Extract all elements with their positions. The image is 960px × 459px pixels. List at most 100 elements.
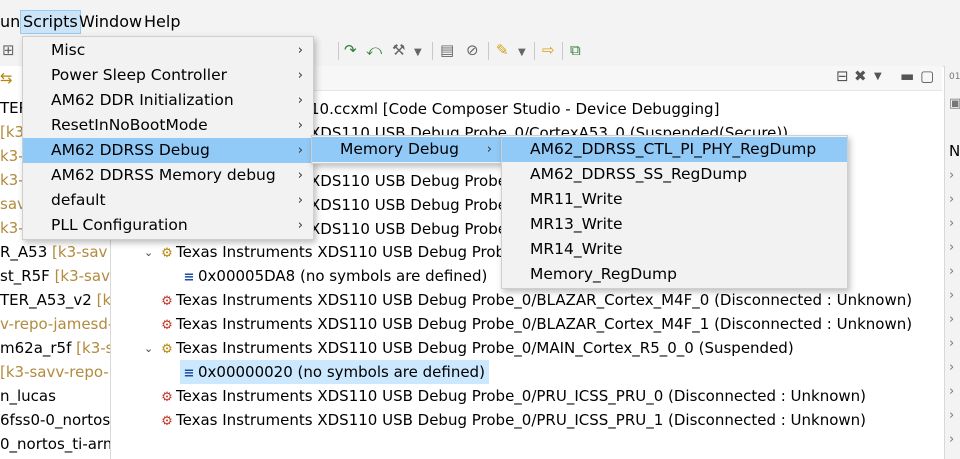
project-name: R_A53 [0, 243, 48, 261]
chevron-right-icon[interactable]: › [949, 264, 954, 279]
chevron-down-icon[interactable]: ⌄ [144, 342, 153, 355]
tree-row-probe-suspended[interactable]: ⚙ Texas Instruments XDS110 USB Debug Prob… [158, 240, 514, 264]
tree-row-pru-0[interactable]: ⚙ Texas Instruments XDS110 USB Debug Prob… [158, 384, 866, 408]
tree-row-label: Texas Instruments XDS110 USB Debug Probe [176, 243, 515, 261]
step-over-icon[interactable]: ↷ [344, 41, 357, 59]
memory-debug-submenu: AM62_DDRSS_CTL_PI_PHY_RegDump AM62_DDRSS… [501, 135, 848, 289]
chevron-right-icon[interactable]: › [949, 240, 954, 255]
menu-item-label: AM62 DDRSS Debug [51, 141, 210, 159]
list-item[interactable]: v-repo-jamesd- [0, 312, 110, 336]
menu-item-mr13-write[interactable]: MR13_Write [502, 212, 847, 237]
toolbar-separator [562, 42, 563, 60]
chevron-down-icon[interactable]: ⌄ [144, 246, 153, 259]
new-target-config-icon[interactable]: ⧉ [570, 41, 581, 59]
menu-scripts[interactable]: Scripts [20, 10, 81, 34]
chevron-right-icon[interactable]: › [949, 432, 954, 447]
chevron-right-icon[interactable]: › [949, 384, 954, 399]
list-item[interactable]: n_lucas [0, 384, 56, 408]
project-explorer-toolbar-icon[interactable]: ⇆ [0, 66, 13, 90]
disconnected-core-icon: ⚙ [161, 294, 173, 309]
toolbar-icon-partial[interactable]: ⊞ [2, 41, 15, 59]
menu-item-memory-debug[interactable]: Memory Debug › [312, 137, 502, 162]
menu-item-am62-ddrss-memory-debug[interactable]: AM62 DDRSS Memory debug › [23, 163, 313, 188]
menu-run[interactable]: un [0, 11, 22, 33]
menu-item-am62-ddr-initialization[interactable]: AM62 DDR Initialization › [23, 88, 313, 113]
chevron-right-icon[interactable]: › [949, 288, 954, 303]
chevron-right-icon: › [297, 218, 303, 233]
menu-item-ctl-pi-phy-regdump[interactable]: AM62_DDRSS_CTL_PI_PHY_RegDump [502, 137, 847, 162]
chevron-right-icon: › [486, 142, 492, 157]
project-repo: [k3-sa [76, 339, 110, 357]
minimize-icon[interactable]: ▬ [900, 67, 914, 85]
stack-frame-icon: ≡ [183, 270, 195, 285]
chevron-right-icon[interactable]: › [949, 168, 954, 183]
tree-row-label: Texas Instruments XDS110 USB Debug Probe… [176, 315, 913, 333]
menu-item-label: Misc [51, 41, 86, 59]
chevron-right-icon[interactable]: › [949, 312, 954, 327]
chevron-right-icon[interactable]: › [949, 336, 954, 351]
view-menu-icon[interactable]: ▼ [874, 71, 882, 82]
tree-row-r5-0-0[interactable]: ⚙ Texas Instruments XDS110 USB Debug Prob… [158, 336, 794, 360]
tree-row-stack-frame-selected[interactable]: ≡ 0x00000020 (no symbols are defined) [180, 360, 489, 384]
list-item[interactable]: m62a_r5f [k3-sa [0, 336, 110, 360]
maximize-icon[interactable]: ▢ [920, 67, 934, 85]
menu-item-ss-regdump[interactable]: AM62_DDRSS_SS_RegDump [502, 162, 847, 187]
collapse-all-icon[interactable]: ⊟ [836, 67, 849, 85]
no-symbols-icon[interactable]: ⊘ [466, 41, 479, 59]
export-icon[interactable]: ⇨ [542, 41, 555, 59]
collapse-icon[interactable]: ▣ [949, 96, 960, 111]
tree-row-probe[interactable]: XDS110 USB Debug Probe [310, 193, 507, 217]
hammer-icon[interactable]: ⚒ [392, 41, 405, 59]
disconnected-core-icon: ⚙ [161, 318, 173, 333]
chevron-right-icon[interactable]: › [949, 360, 954, 375]
step-return-icon[interactable]: ⤺ [366, 41, 382, 59]
dropdown-arrow-icon[interactable]: ▼ [518, 44, 526, 62]
memory-browser-icon[interactable]: ▤ [440, 41, 454, 59]
tree-row-m4f-0[interactable]: ⚙ Texas Instruments XDS110 USB Debug Prob… [158, 288, 912, 312]
list-item[interactable]: 0_nortos_ti-arm [0, 432, 110, 456]
menu-item-reset-in-no-boot-mode[interactable]: ResetInNoBootMode › [23, 113, 313, 138]
tree-row-m4f-1[interactable]: ⚙ Texas Instruments XDS110 USB Debug Prob… [158, 312, 912, 336]
list-item[interactable]: R_A53 [k3-sav [0, 240, 107, 264]
project-repo: [k3- [96, 291, 111, 309]
menu-help[interactable]: Help [142, 11, 182, 33]
menu-item-label: AM62 DDR Initialization [51, 91, 234, 109]
menu-item-label: ResetInNoBootMode [51, 116, 208, 134]
chevron-right-icon[interactable]: › [949, 192, 954, 207]
tree-row-ccxml[interactable]: 10.ccxml [Code Composer Studio - Device … [310, 97, 719, 121]
disconnected-core-icon: ⚙ [161, 414, 173, 429]
stack-frame-icon: ≡ [183, 366, 195, 381]
chevron-right-icon[interactable]: › [949, 216, 954, 231]
toolbar-separator [534, 42, 535, 60]
menu-item-pll-configuration[interactable]: PLL Configuration › [23, 213, 313, 238]
tree-row-probe[interactable]: XDS110 USB Debug Probe [310, 217, 507, 241]
tree-row-probe[interactable]: XDS110 USB Debug Probe [310, 169, 507, 193]
menu-item-label: MR14_Write [530, 240, 623, 258]
dropdown-arrow-icon[interactable]: ▼ [414, 44, 422, 62]
list-item[interactable]: st_R5F [k3-savv- [0, 264, 110, 288]
menu-item-label: AM62_DDRSS_SS_RegDump [530, 165, 748, 183]
cpu-core-icon: ⚙ [161, 246, 173, 261]
registers-view-icon[interactable]: 010 [949, 72, 960, 82]
tree-row-stack-frame[interactable]: ≡ 0x00005DA8 (no symbols are defined) [180, 264, 488, 288]
chevron-right-icon: › [297, 68, 303, 83]
menu-item-label: Memory_RegDump [530, 265, 677, 283]
menu-item-am62-ddrss-debug[interactable]: AM62 DDRSS Debug › [23, 138, 313, 163]
list-item[interactable]: [k3-savv-repo- [0, 360, 109, 384]
menu-item-memory-regdump[interactable]: Memory_RegDump [502, 262, 847, 287]
menu-item-misc[interactable]: Misc › [23, 38, 313, 63]
toolbar-separator [488, 42, 489, 60]
list-item[interactable]: 6fss0-0_nortos_t [0, 408, 110, 432]
panel-label: N [949, 142, 960, 160]
chevron-right-icon[interactable]: › [949, 408, 954, 423]
remove-all-terminated-icon[interactable]: ✖ [854, 67, 867, 85]
menu-item-mr14-write[interactable]: MR14_Write [502, 237, 847, 262]
menu-item-default[interactable]: default › [23, 188, 313, 213]
menu-window[interactable]: Window [77, 11, 144, 33]
flash-icon[interactable]: ✎ [496, 41, 509, 59]
menu-item-power-sleep-controller[interactable]: Power Sleep Controller › [23, 63, 313, 88]
menu-item-mr11-write[interactable]: MR11_Write [502, 187, 847, 212]
tree-row-pru-1[interactable]: ⚙ Texas Instruments XDS110 USB Debug Prob… [158, 408, 866, 432]
toolbar-separator [432, 42, 433, 60]
list-item[interactable]: TER_A53_v2 [k3- [0, 288, 111, 312]
